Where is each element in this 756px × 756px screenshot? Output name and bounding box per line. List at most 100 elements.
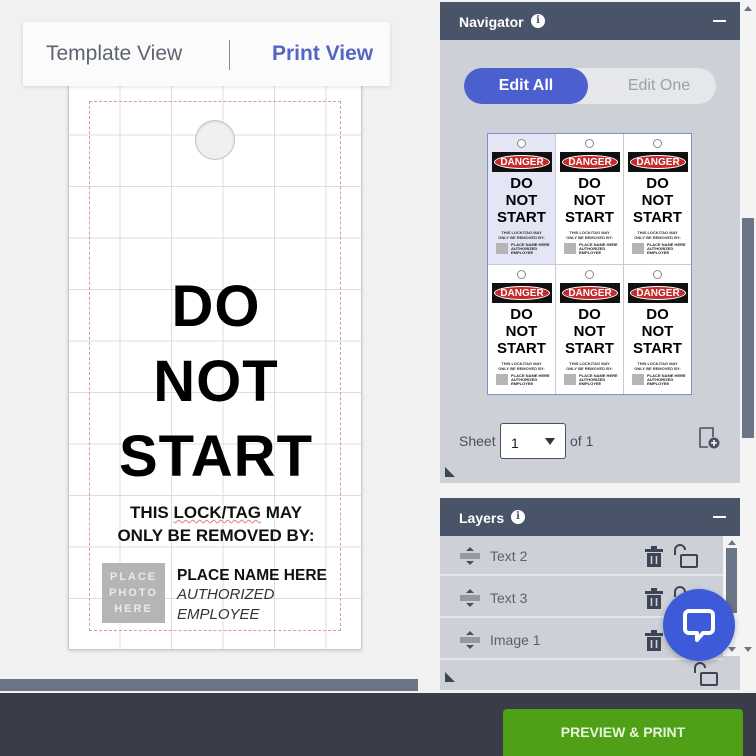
sheet-thumbnail[interactable]: DANGER DO NOT START THIS LOCK/TAG MAY ONLY BE… (624, 264, 691, 394)
thumb-line: DO (646, 305, 669, 323)
drag-handle-icon[interactable] (459, 630, 481, 650)
name-line: EMPLOYEE (579, 250, 602, 255)
template-view-tab[interactable]: Template View (46, 42, 182, 66)
thumb-line: START (565, 339, 614, 357)
thumb-line: START (633, 209, 682, 226)
thumb-name-text: PLACE NAME HERE AUTHORIZED EMPLOYEE (511, 373, 550, 386)
resize-handle-icon[interactable] (445, 467, 455, 477)
drag-handle-icon[interactable] (459, 546, 481, 566)
unlock-icon[interactable] (673, 544, 699, 568)
edit-one-button[interactable]: Edit One (604, 68, 714, 104)
horizontal-scrollbar[interactable] (0, 679, 418, 691)
thumb-photo-placeholder (632, 373, 644, 385)
layer-name: Text 2 (490, 548, 528, 564)
fine-line: ONLY BE REMOVED BY: (634, 235, 681, 240)
sheet-thumbnail[interactable]: DANGER DO NOT START THIS LOCK/TAG MAY ONLY BE… (556, 264, 623, 394)
thumb-photo-placeholder (496, 243, 508, 254)
sheet-thumbnail[interactable]: DANGER DO NOT START THIS LOCK/TAG MAY ONLY BE… (556, 134, 623, 264)
thumb-fine-print: THIS LOCK/TAG MAY ONLY BE REMOVED BY: (624, 361, 691, 371)
name-placeholder[interactable]: PLACE NAME HERE (177, 567, 327, 585)
thumb-fine-print: THIS LOCK/TAG MAY ONLY BE REMOVED BY: (556, 230, 623, 240)
name-line: EMPLOYEE (511, 380, 534, 386)
photo-placeholder-line: PLACE (109, 571, 158, 583)
info-icon[interactable]: i (531, 14, 545, 28)
sheet-thumbnail-grid: DANGER DO NOT START THIS LOCK/TAG MAY ONLY BE… (487, 133, 692, 395)
thumb-line: NOT (573, 322, 606, 340)
layer-name: Text 3 (490, 590, 528, 606)
sheet-selector-row: Sheet 1 of 1 (440, 423, 740, 459)
thumb-line: START (565, 209, 614, 226)
navigator-header: Navigator i (440, 2, 740, 40)
removal-text-line2: ONLY BE REMOVED BY: (117, 526, 315, 545)
tag-hole (585, 269, 594, 279)
edit-mode-toggle: Edit All Edit One (464, 68, 716, 104)
collapse-layers-icon[interactable] (713, 516, 726, 518)
danger-label: DANGER (562, 285, 618, 300)
sheet-select-value: 1 (511, 435, 519, 451)
thumb-photo-placeholder (564, 243, 576, 254)
trash-icon[interactable] (645, 588, 663, 609)
scroll-up-icon[interactable] (728, 540, 736, 545)
layer-name: Image 1 (490, 632, 541, 648)
view-toggle-divider (229, 40, 230, 70)
thumb-name-text: PLACE NAME HERE AUTHORIZED EMPLOYEE (579, 373, 618, 386)
thumb-fine-print: THIS LOCK/TAG MAY ONLY BE REMOVED BY: (488, 361, 555, 371)
tag-text-do[interactable]: DO (69, 273, 361, 340)
layers-title: Layers (459, 510, 505, 526)
chat-button[interactable] (663, 589, 735, 661)
danger-header: DANGER (628, 152, 688, 172)
tag-text-not[interactable]: NOT (69, 348, 361, 415)
scroll-up-icon[interactable] (744, 6, 752, 11)
thumb-line: NOT (641, 192, 674, 209)
sheet-thumbnail[interactable]: DANGER DO NOT START THIS LOCK/TAG MAY ONLY BE… (488, 264, 555, 394)
right-sidebar: Navigator i Edit All Edit One DANGER DO NO… (440, 0, 740, 690)
fine-line: ONLY BE REMOVED BY: (498, 365, 545, 371)
thumb-name-text: PLACE NAME HERE AUTHORIZED EMPLOYEE (579, 243, 618, 255)
unlock-icon[interactable] (693, 662, 719, 686)
resize-handle-icon[interactable] (445, 672, 455, 682)
tag-hole (517, 269, 526, 279)
removal-text[interactable]: THIS LOCK/TAG MAY ONLY BE REMOVED BY: (69, 501, 361, 547)
tag-text-start[interactable]: START (69, 423, 361, 490)
trash-icon[interactable] (645, 546, 663, 567)
drag-handle-icon[interactable] (459, 588, 481, 608)
tag-hole (585, 139, 594, 148)
photo-placeholder-line: HERE (114, 603, 153, 615)
tag-hole (653, 269, 662, 279)
thumb-line: DO (646, 175, 669, 192)
sheet-thumbnail[interactable]: DANGER DO NOT START THIS LOCK/TAG MAY ONLY BE… (488, 134, 555, 264)
caret-down-icon (545, 438, 555, 445)
sheet-label: Sheet (459, 433, 496, 449)
danger-header: DANGER (560, 152, 620, 172)
photo-placeholder[interactable]: PLACE PHOTO HERE (102, 563, 165, 623)
info-icon[interactable]: i (511, 510, 525, 524)
removal-text-underlined: LOCK/TAG (173, 503, 261, 522)
chat-bubble-icon (683, 609, 715, 642)
thumb-line: START (633, 339, 682, 357)
danger-header: DANGER (628, 282, 688, 303)
sidebar-scrollbar[interactable] (740, 0, 756, 690)
tag-preview[interactable]: DO NOT START THIS LOCK/TAG MAY ONLY BE R… (68, 82, 362, 650)
thumb-fine-print: THIS LOCK/TAG MAY ONLY BE REMOVED BY: (624, 230, 691, 240)
preview-print-button[interactable]: PREVIEW & PRINT (503, 709, 743, 756)
role-text[interactable]: AUTHORIZED EMPLOYEE (177, 585, 275, 625)
sheet-count: of 1 (570, 433, 594, 449)
tag-hole (195, 120, 235, 160)
edit-all-button[interactable]: Edit All (464, 68, 588, 104)
add-sheet-icon[interactable] (698, 426, 720, 450)
scroll-down-icon[interactable] (744, 647, 752, 652)
print-view-tab[interactable]: Print View (272, 42, 373, 66)
sheet-thumbnail[interactable]: DANGER DO NOT START THIS LOCK/TAG MAY ONLY BE… (624, 134, 691, 264)
thumb-line: DO (510, 175, 533, 192)
trash-icon[interactable] (645, 630, 663, 651)
collapse-navigator-icon[interactable] (713, 20, 726, 22)
sidebar-scroll-thumb[interactable] (742, 218, 754, 438)
navigator-panel: Edit All Edit One DANGER DO NOT START THIS L… (440, 40, 740, 483)
layer-item[interactable]: Text 2 (440, 536, 723, 576)
removal-text-post: MAY (261, 503, 302, 522)
scroll-down-icon[interactable] (728, 647, 736, 652)
name-line: EMPLOYEE (579, 380, 602, 386)
danger-header: DANGER (492, 152, 552, 172)
sheet-select[interactable]: 1 (500, 423, 566, 459)
design-canvas[interactable]: Template View Print View DO NOT START TH… (0, 0, 440, 691)
